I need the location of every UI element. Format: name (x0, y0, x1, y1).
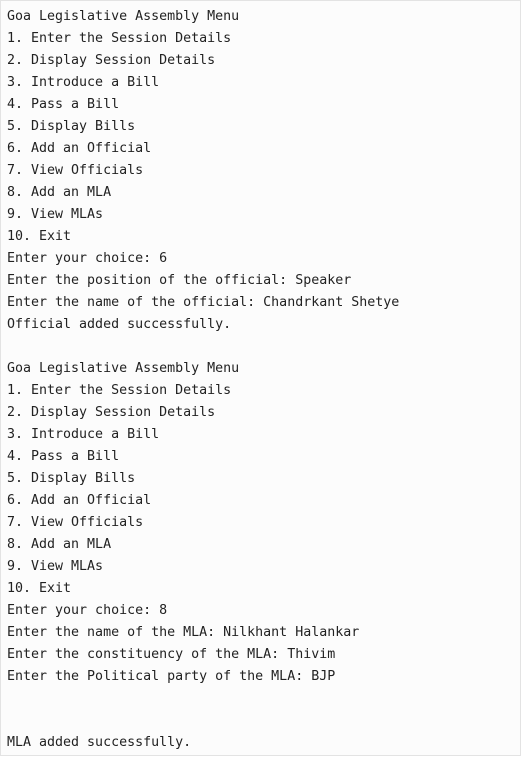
console-line: Enter the constituency of the MLA: Thivi… (7, 647, 336, 662)
console-line: 8. Add an MLA (7, 185, 112, 200)
console-line: Official added successfully. (7, 317, 232, 332)
console-line: 6. Add an Official (7, 493, 152, 508)
console-line: 1. Enter the Session Details (7, 383, 232, 398)
console-line: 3. Introduce a Bill (7, 427, 160, 442)
console-line: 2. Display Session Details (7, 53, 216, 68)
console-line: 7. View Officials (7, 163, 144, 178)
console-line: Enter the name of the MLA: Nilkhant Hala… (7, 625, 360, 640)
console-line: Goa Legislative Assembly Menu (7, 361, 240, 376)
console-line: Goa Legislative Assembly Menu (7, 9, 240, 24)
console-line: 3. Introduce a Bill (7, 75, 160, 90)
console-lines: Goa Legislative Assembly Menu 1. Enter t… (7, 6, 399, 754)
console-line: 5. Display Bills (7, 471, 136, 486)
console-line: 6. Add an Official (7, 141, 152, 156)
console-line: Enter the Political party of the MLA: BJ… (7, 669, 336, 684)
console-line: Enter your choice: 8 (7, 603, 168, 618)
console-line: MLA added successfully. (7, 735, 192, 750)
console-line: 2. Display Session Details (7, 405, 216, 420)
console-line: 8. Add an MLA (7, 537, 112, 552)
console-line: 1. Enter the Session Details (7, 31, 232, 46)
console-line: Enter the position of the official: Spea… (7, 273, 352, 288)
console-line: Enter your choice: 6 (7, 251, 168, 266)
console-line: 5. Display Bills (7, 119, 136, 134)
console-output: Goa Legislative Assembly Menu 1. Enter t… (0, 0, 521, 756)
console-line: 4. Pass a Bill (7, 449, 120, 464)
console-line: 10. Exit (7, 581, 72, 596)
console-line: Enter the name of the official: Chandrka… (7, 295, 400, 310)
console-line: 7. View Officials (7, 515, 144, 530)
console-line: 9. View MLAs (7, 559, 104, 574)
console-line: 9. View MLAs (7, 207, 104, 222)
console-line: 10. Exit (7, 229, 72, 244)
console-line: 4. Pass a Bill (7, 97, 120, 112)
